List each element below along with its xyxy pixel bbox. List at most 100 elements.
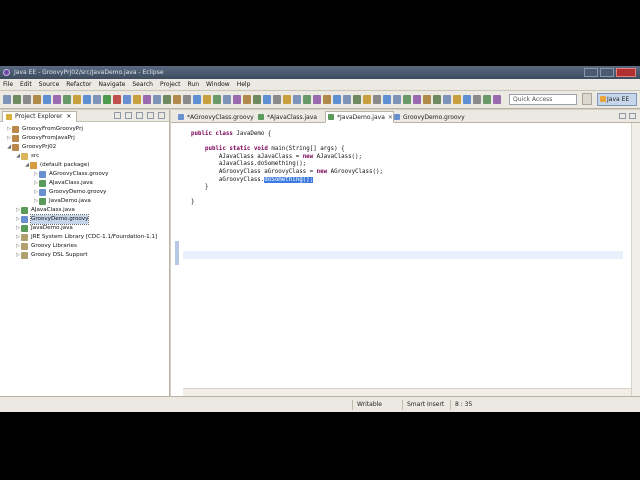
collapse-all-icon[interactable] xyxy=(114,112,121,119)
toolbar-button-icon[interactable] xyxy=(23,95,31,104)
toolbar-button-icon[interactable] xyxy=(53,95,61,104)
toolbar-button-icon[interactable] xyxy=(73,95,81,104)
toolbar-button-icon[interactable] xyxy=(313,95,321,104)
toolbar-button-icon[interactable] xyxy=(353,95,361,104)
toolbar-button-icon[interactable] xyxy=(423,95,431,104)
menu-navigate[interactable]: Navigate xyxy=(98,81,125,88)
toolbar-button-icon[interactable] xyxy=(233,95,241,104)
toolbar-button-icon[interactable] xyxy=(333,95,341,104)
toolbar-button-icon[interactable] xyxy=(293,95,301,104)
maximize-editor-icon[interactable] xyxy=(629,113,636,119)
menu-refactor[interactable]: Refactor xyxy=(66,81,91,88)
toolbar-button-icon[interactable] xyxy=(213,95,221,104)
menu-help[interactable]: Help xyxy=(237,81,251,88)
tree-item[interactable]: ▷ GroovyFromJavaPrj xyxy=(6,134,75,143)
tree-item[interactable]: ▷ AJavaClass.java xyxy=(33,179,93,188)
toolbar-button-icon[interactable] xyxy=(463,95,471,104)
toolbar-button-icon[interactable] xyxy=(433,95,441,104)
tree-item[interactable]: ◢ (default package) xyxy=(24,161,89,170)
toolbar-button-icon[interactable] xyxy=(193,95,201,104)
tree-item[interactable]: ▷ Groovy Libraries xyxy=(15,242,77,251)
view-menu-icon[interactable] xyxy=(136,112,143,119)
toolbar-button-icon[interactable] xyxy=(483,95,491,104)
minimize-button[interactable] xyxy=(584,68,598,77)
perspective-java-ee-button[interactable]: Java EE xyxy=(597,93,637,106)
menu-search[interactable]: Search xyxy=(132,81,153,88)
toolbar-button-icon[interactable] xyxy=(133,95,141,104)
close-button[interactable] xyxy=(616,68,636,77)
editor-tab[interactable]: GroovyDemo.groovy xyxy=(391,111,466,123)
toolbar-button-icon[interactable] xyxy=(223,95,231,104)
toolbar-button-icon[interactable] xyxy=(63,95,71,104)
vertical-scrollbar[interactable] xyxy=(631,123,640,396)
toolbar-button-icon[interactable] xyxy=(383,95,391,104)
code-line: } xyxy=(191,184,209,191)
tab-project-explorer[interactable]: Project Explorer ✕ xyxy=(2,111,78,122)
toolbar-button-icon[interactable] xyxy=(203,95,211,104)
tree-item[interactable]: ▷ GroovyFromGroovyPrj xyxy=(6,125,83,134)
toolbar-button-icon[interactable] xyxy=(143,95,151,104)
menu-window[interactable]: Window xyxy=(206,81,230,88)
toolbar-button-icon[interactable] xyxy=(103,95,111,104)
tree-item[interactable]: ◢ src xyxy=(15,152,39,161)
toolbar-button-icon[interactable] xyxy=(83,95,91,104)
link-with-editor-icon[interactable] xyxy=(125,112,132,119)
editor-tab[interactable]: *AJavaClass.java xyxy=(255,111,318,123)
maximize-button[interactable] xyxy=(600,68,614,77)
quick-access-input[interactable]: Quick Access xyxy=(509,94,577,105)
toolbar-button-icon[interactable] xyxy=(123,95,131,104)
tree-item[interactable]: ▷ AGroovyClass.groovy xyxy=(33,170,108,179)
tree-item[interactable]: ▷ JavaDemo.java xyxy=(33,197,91,206)
tree-item[interactable]: ◢ GroovyPrj02 xyxy=(6,143,56,152)
toolbar-button-icon[interactable] xyxy=(323,95,331,104)
tree-item[interactable]: ▷ AJavaClass.java xyxy=(15,206,75,215)
toolbar-button-icon[interactable] xyxy=(403,95,411,104)
groovy-file-icon xyxy=(39,189,46,196)
horizontal-scrollbar[interactable] xyxy=(183,388,631,396)
toolbar-button-icon[interactable] xyxy=(453,95,461,104)
toolbar-button-icon[interactable] xyxy=(343,95,351,104)
editor-tab[interactable]: *AGroovyClass.groovy xyxy=(175,111,255,123)
tree-item[interactable]: ▷ Groovy DSL Support xyxy=(15,251,88,260)
toolbar-button-icon[interactable] xyxy=(253,95,261,104)
toolbar-button-icon[interactable] xyxy=(393,95,401,104)
toolbar-button-icon[interactable] xyxy=(493,95,501,104)
toolbar-button-icon[interactable] xyxy=(3,95,11,104)
menu-run[interactable]: Run xyxy=(188,81,200,88)
toolbar-button-icon[interactable] xyxy=(473,95,481,104)
tree-item[interactable]: ▷ JRE System Library [CDC-1.1/Foundation-… xyxy=(15,233,157,242)
toolbar-button-icon[interactable] xyxy=(363,95,371,104)
title-bar: Java EE - GroovyPrj02/src/JavaDemo.java … xyxy=(0,66,640,79)
toolbar-button-icon[interactable] xyxy=(443,95,451,104)
tree-item[interactable]: ▷ GroovyDemo.groovy xyxy=(15,214,90,225)
toolbar-button-icon[interactable] xyxy=(43,95,51,104)
toolbar-button-icon[interactable] xyxy=(13,95,21,104)
minimize-editor-icon[interactable] xyxy=(619,113,626,119)
toolbar-button-icon[interactable] xyxy=(413,95,421,104)
toolbar-button-icon[interactable] xyxy=(283,95,291,104)
toolbar-button-icon[interactable] xyxy=(303,95,311,104)
tree-item[interactable]: ▷ GroovyDemo.groovy xyxy=(33,188,106,197)
toolbar-button-icon[interactable] xyxy=(263,95,271,104)
open-perspective-button[interactable] xyxy=(582,93,592,105)
tree-item[interactable]: ▷ JavaDemo.java xyxy=(15,224,73,233)
toolbar-button-icon[interactable] xyxy=(173,95,181,104)
java-editor: *AGroovyClass.groovy *AJavaClass.java *Jav… xyxy=(171,110,640,396)
maximize-view-icon[interactable] xyxy=(158,112,165,119)
toolbar-button-icon[interactable] xyxy=(113,95,121,104)
menu-project[interactable]: Project xyxy=(160,81,181,88)
toolbar-button-icon[interactable] xyxy=(373,95,381,104)
toolbar-button-icon[interactable] xyxy=(243,95,251,104)
minimize-view-icon[interactable] xyxy=(147,112,154,119)
menu-edit[interactable]: Edit xyxy=(20,81,32,88)
close-view-icon[interactable]: ✕ xyxy=(66,112,71,122)
toolbar-button-icon[interactable] xyxy=(163,95,171,104)
menu-file[interactable]: File xyxy=(3,81,13,88)
toolbar-button-icon[interactable] xyxy=(153,95,161,104)
toolbar-button-icon[interactable] xyxy=(183,95,191,104)
editor-tab[interactable]: *JavaDemo.java ✕ xyxy=(325,111,394,123)
toolbar-button-icon[interactable] xyxy=(273,95,281,104)
toolbar-button-icon[interactable] xyxy=(33,95,41,104)
menu-source[interactable]: Source xyxy=(39,81,60,88)
toolbar-button-icon[interactable] xyxy=(93,95,101,104)
